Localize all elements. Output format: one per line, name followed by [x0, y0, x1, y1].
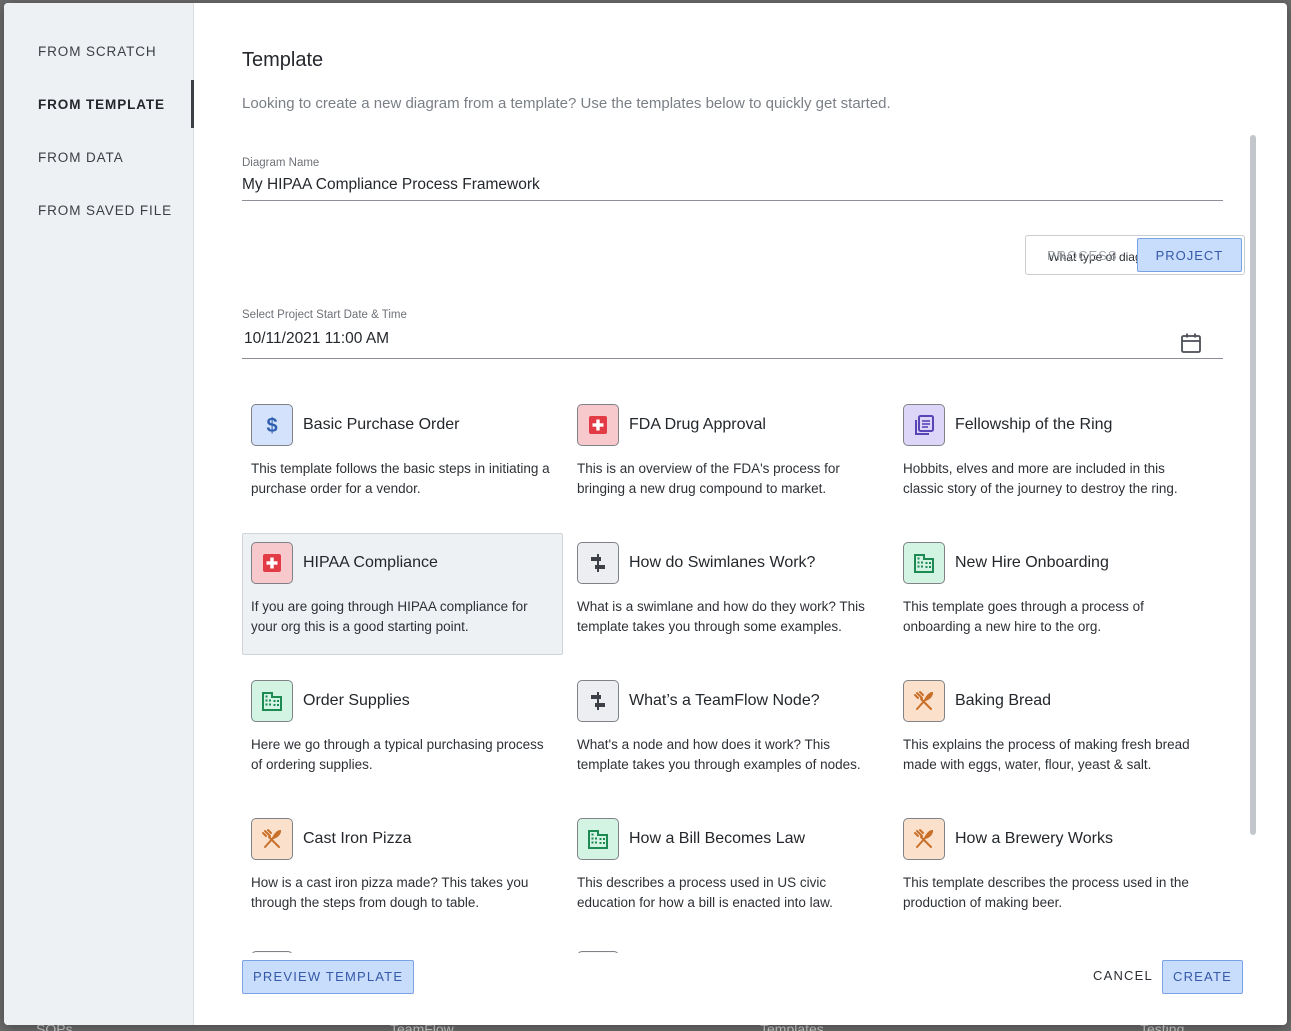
template-card[interactable]: FDA Drug Approval This is an overview of … [568, 395, 889, 517]
template-card-header: How a Brewery Works [903, 818, 1206, 860]
template-card[interactable]: New Hire Onboarding This template goes th… [894, 533, 1215, 655]
template-card-title: How do Swimlanes Work? [629, 554, 816, 571]
dollar-icon: $ [251, 404, 293, 446]
template-card-title: Fellowship of the Ring [955, 416, 1113, 433]
utensils-icon [903, 818, 945, 860]
template-card[interactable]: Cast Iron Pizza How is a cast iron pizza … [242, 809, 563, 931]
template-card-header: Fellowship of the Ring [903, 404, 1206, 446]
template-card-description: This is an overview of the FDA's process… [577, 461, 840, 496]
template-card-header: Cast Iron Pizza [251, 818, 554, 860]
building-icon [251, 680, 293, 722]
diagram-name-input[interactable] [242, 176, 1222, 194]
template-card-title: Cast Iron Pizza [303, 830, 412, 847]
utensils-icon [251, 818, 293, 860]
utensils-icon [903, 680, 945, 722]
align-center-icon [577, 542, 619, 584]
template-card-title: How a Bill Becomes Law [629, 830, 806, 847]
diagram-name-underline [242, 200, 1223, 201]
cancel-button[interactable]: CANCEL [1093, 960, 1153, 994]
partial-template-icon [251, 951, 293, 953]
sidebar-item-from-template[interactable]: FROM TEMPLATE [4, 80, 194, 137]
template-card-title: New Hire Onboarding [955, 554, 1109, 571]
scrollbar-thumb[interactable] [1250, 135, 1256, 835]
template-card-title: FDA Drug Approval [629, 416, 766, 433]
scrollbar[interactable] [1248, 133, 1258, 953]
new-diagram-dialog: FROM SCRATCH FROM TEMPLATE FROM DATA FRO… [4, 3, 1287, 1025]
template-card-description: What is a swimlane and how do they work?… [577, 599, 865, 634]
sidebar-item-from-saved-file[interactable]: FROM SAVED FILE [4, 190, 193, 243]
calendar-icon[interactable] [1180, 332, 1202, 354]
template-card-title: Baking Bread [955, 692, 1052, 709]
template-card-title: Basic Purchase Order [303, 416, 460, 433]
page-subtitle: Looking to create a new diagram from a t… [242, 95, 891, 112]
template-card[interactable]: How a Bill Becomes Law This describes a p… [568, 809, 889, 931]
diagram-type-toggle: PROCESS PROJECT [1025, 235, 1246, 275]
template-card-description: This template describes the process used… [903, 875, 1189, 910]
template-card[interactable]: How do Swimlanes Work? What is a swimlane… [568, 533, 889, 655]
template-card-description: If you are going through HIPAA complianc… [251, 599, 528, 634]
start-date-underline [242, 358, 1223, 359]
template-card-title: Order Supplies [303, 692, 410, 709]
template-card-description: This describes a process used in US civi… [577, 875, 833, 910]
building-icon [577, 818, 619, 860]
template-card-header: Order Supplies [251, 680, 554, 722]
partial-template-icon [577, 951, 619, 953]
create-button[interactable]: CREATE [1162, 960, 1243, 994]
template-card-header: How a Bill Becomes Law [577, 818, 880, 860]
building-icon [903, 542, 945, 584]
template-card-description: What's a node and how does it work? This… [577, 737, 861, 772]
medical-cross-icon [577, 404, 619, 446]
template-scroll-area[interactable]: Diagram Name What type of diagram is thi… [242, 133, 1256, 953]
template-card[interactable]: How a Brewery Works This template describ… [894, 809, 1215, 931]
align-center-icon [577, 680, 619, 722]
template-card-description: This explains the process of making fres… [903, 737, 1190, 772]
template-card[interactable]: Baking Bread This explains the process of… [894, 671, 1215, 793]
template-card-header: HIPAA Compliance [251, 542, 554, 584]
template-card[interactable]: Order Supplies Here we go through a typic… [242, 671, 563, 793]
template-card-description: This template goes through a process of … [903, 599, 1144, 634]
start-date-input[interactable] [244, 330, 1144, 348]
template-panel: Template Looking to create a new diagram… [194, 3, 1287, 1025]
template-card-title: How a Brewery Works [955, 830, 1113, 847]
type-project-button[interactable]: PROJECT [1136, 238, 1243, 272]
template-card-description: This template follows the basic steps in… [251, 461, 550, 496]
template-card[interactable]: $ Basic Purchase Order This template follo… [242, 395, 563, 517]
sidebar-item-from-scratch[interactable]: FROM SCRATCH [4, 31, 193, 84]
preview-template-button[interactable]: PREVIEW TEMPLATE [242, 960, 415, 994]
diagram-name-label: Diagram Name [242, 157, 320, 169]
template-card-description: Hobbits, elves and more are included in … [903, 461, 1178, 496]
template-card[interactable]: Fellowship of the Ring Hobbits, elves and… [894, 395, 1215, 517]
template-card-header: Baking Bread [903, 680, 1206, 722]
template-card-header: New Hire Onboarding [903, 542, 1206, 584]
template-card-header: How do Swimlanes Work? [577, 542, 880, 584]
template-card-header: What’s a TeamFlow Node? [577, 680, 880, 722]
svg-text:$: $ [266, 415, 277, 437]
template-card-description: How is a cast iron pizza made? This take… [251, 875, 529, 910]
template-card-title: HIPAA Compliance [303, 554, 438, 571]
type-process-button[interactable]: PROCESS [1028, 238, 1137, 272]
sidebar-item-from-data[interactable]: FROM DATA [4, 137, 193, 190]
template-card-header: FDA Drug Approval [577, 404, 880, 446]
source-sidebar: FROM SCRATCH FROM TEMPLATE FROM DATA FRO… [4, 3, 194, 1025]
medical-cross-icon [251, 542, 293, 584]
page-title: Template [242, 49, 324, 71]
template-card-header: $ Basic Purchase Order [251, 404, 554, 446]
template-card[interactable]: What’s a TeamFlow Node? What's a node and… [568, 671, 889, 793]
template-card-title: What’s a TeamFlow Node? [629, 692, 820, 709]
template-card[interactable]: HIPAA Compliance If you are going through… [242, 533, 563, 655]
book-stack-icon [903, 404, 945, 446]
template-card-description: Here we go through a typical purchasing … [251, 737, 544, 772]
start-date-label: Select Project Start Date & Time [242, 309, 407, 321]
